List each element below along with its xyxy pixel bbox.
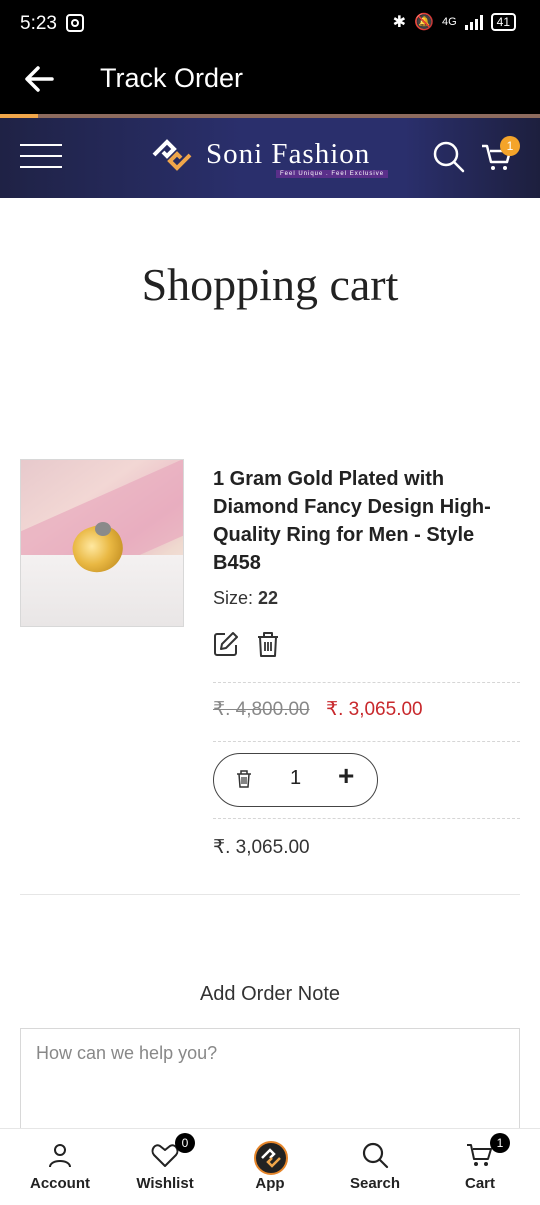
sale-price: ₹. 3,065.00	[326, 699, 423, 720]
divider	[213, 818, 520, 819]
nav-label: Search	[349, 1175, 401, 1192]
hamburger-menu-icon[interactable]	[20, 144, 62, 170]
order-note-label: Add Order Note	[199, 983, 341, 1005]
instagram-icon	[66, 14, 84, 32]
user-icon	[49, 1144, 71, 1168]
search-icon[interactable]	[432, 140, 466, 174]
nav-label: Cart	[464, 1175, 495, 1192]
order-note-placeholder: How can we help you?	[36, 1043, 218, 1063]
divider	[213, 741, 520, 742]
quantity-stepper: 1 +	[213, 753, 378, 807]
logo-mark-icon	[152, 139, 192, 171]
battery-indicator: 41	[490, 13, 516, 31]
cart-item-separator	[20, 894, 520, 895]
app-bar-title: Track Order	[100, 63, 244, 93]
cart-count-badge: 1	[490, 1133, 510, 1153]
wishlist-count-badge: 0	[175, 1133, 195, 1153]
nav-wishlist[interactable]: 0 Wishlist	[111, 1129, 219, 1205]
ring-stone	[95, 522, 111, 536]
remove-item-icon[interactable]	[236, 770, 252, 788]
divider	[213, 682, 520, 683]
nav-label: Wishlist	[136, 1175, 194, 1192]
app-logo-mark-icon	[261, 1148, 281, 1168]
product-image[interactable]	[20, 459, 184, 627]
trash-icon[interactable]	[256, 631, 280, 658]
search-icon	[362, 1142, 389, 1169]
original-price: ₹. 4,800.00	[213, 699, 310, 720]
product-size: Size: 22	[213, 588, 278, 609]
logo-text: Soni Fashion	[206, 138, 371, 170]
page-title: Shopping cart	[141, 259, 399, 310]
product-title[interactable]: 1 Gram Gold Plated with Diamond Fancy De…	[213, 465, 513, 577]
size-value: 22	[258, 588, 279, 608]
nav-app[interactable]: App	[216, 1129, 324, 1205]
line-total: ₹. 3,065.00	[213, 837, 310, 858]
edit-icon[interactable]	[213, 631, 239, 657]
status-bar: 5:23 ✱ 🔕 4G 41	[0, 0, 540, 50]
network-type: 4G	[441, 16, 457, 28]
site-logo[interactable]: Soni Fashion Feel Unique . Feel Exclusiv…	[150, 134, 390, 182]
status-time: 5:23	[20, 13, 57, 34]
order-note-textarea[interactable]: How can we help you?	[20, 1028, 520, 1140]
back-arrow-icon[interactable]	[22, 62, 56, 96]
app-logo-icon	[254, 1141, 288, 1175]
site-header: Soni Fashion Feel Unique . Feel Exclusiv…	[0, 118, 540, 198]
logo-tagline: Feel Unique . Feel Exclusive	[276, 170, 389, 178]
signal-icon	[464, 14, 483, 30]
nav-cart[interactable]: 1 Cart	[426, 1129, 534, 1205]
quantity-value[interactable]: 1	[290, 767, 301, 790]
mute-icon: 🔕	[414, 14, 434, 31]
size-label: Size:	[213, 588, 254, 608]
nav-search[interactable]: Search	[321, 1129, 429, 1205]
nav-account[interactable]: Account	[6, 1129, 114, 1205]
app-bar: Track Order	[0, 50, 540, 114]
nav-label: Account	[30, 1175, 90, 1192]
bluetooth-icon: ✱	[392, 14, 407, 31]
nav-label: App	[255, 1175, 285, 1192]
status-indicators: ✱ 🔕 4G 41	[393, 12, 516, 32]
bottom-navigation: Account 0 Wishlist App Search 1 Cart	[0, 1128, 540, 1205]
increase-quantity-button[interactable]: +	[338, 760, 354, 792]
cart-count-badge: 1	[500, 136, 520, 156]
